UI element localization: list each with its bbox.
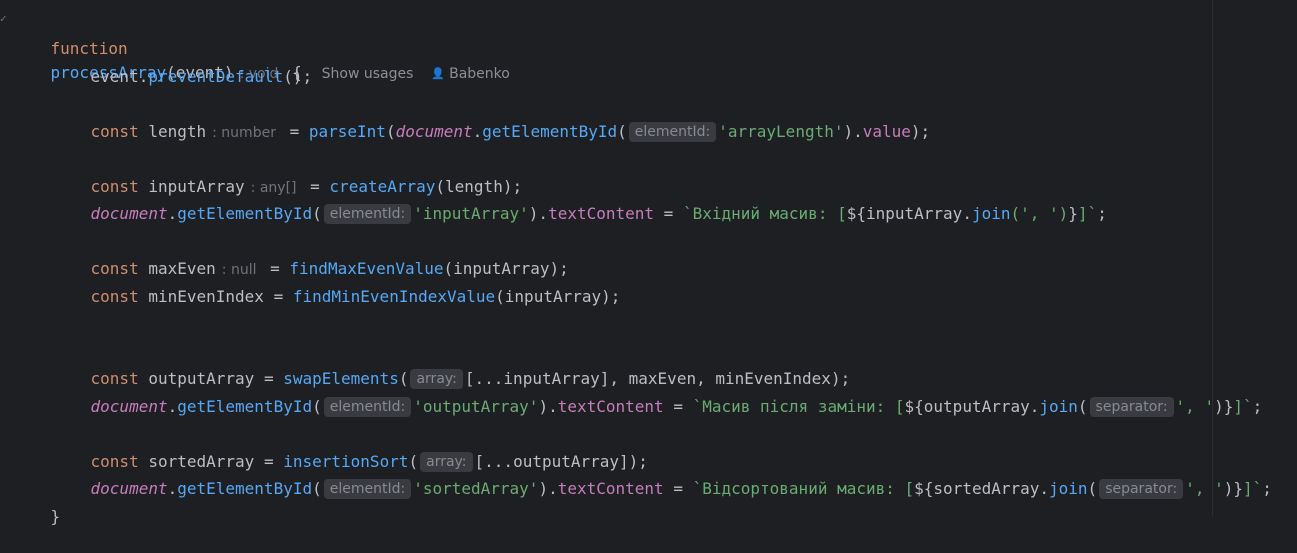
code-line-4[interactable]: const length: number = parseInt(document… bbox=[0, 96, 930, 142]
code-line-13[interactable]: const outputArray = swapElements(array:[… bbox=[0, 343, 850, 389]
parameter-hint: elementId: bbox=[323, 479, 412, 499]
parameter-hint: separator: bbox=[1099, 479, 1184, 499]
parameter-hint: elementId: bbox=[323, 204, 412, 224]
code-line-14[interactable]: document.getElementById(elementId:'outpu… bbox=[0, 371, 1262, 417]
code-line-10[interactable]: const minEvenIndex = findMinEvenIndexVal… bbox=[0, 261, 621, 306]
parameter-hint: elementId: bbox=[628, 122, 717, 142]
parameter-hint: separator: bbox=[1089, 397, 1174, 417]
right-margin-guide bbox=[1212, 0, 1213, 517]
code-line-9[interactable]: const maxEven: null = findMaxEvenValue(i… bbox=[0, 233, 569, 278]
parameter-hint: elementId: bbox=[323, 397, 412, 417]
call-preventDefault: preventDefault bbox=[148, 67, 284, 86]
code-line-7[interactable]: document.getElementById(elementId:'input… bbox=[0, 178, 1107, 224]
author-icon: 👤 bbox=[431, 67, 446, 80]
code-line-1[interactable]: function processArray(event): void {Show… bbox=[12, 13, 510, 82]
code-line-6[interactable]: const inputArray: any[] = createArray(le… bbox=[0, 151, 523, 196]
code-editor[interactable]: ✓ function processArray(event): void {Sh… bbox=[0, 0, 1297, 526]
code-line-16[interactable]: const sortedArray = insertionSort(array:… bbox=[0, 426, 648, 472]
type-hint: : number bbox=[212, 125, 276, 141]
show-usages-link[interactable]: Show usages bbox=[322, 66, 414, 82]
fold-toggle-icon[interactable]: ✓ bbox=[0, 12, 7, 25]
code-line-17[interactable]: document.getElementById(elementId:'sorte… bbox=[0, 453, 1272, 499]
author-link[interactable]: Babenko bbox=[449, 66, 510, 82]
code-line-18[interactable]: } bbox=[12, 481, 61, 526]
code-line-2[interactable]: event.preventDefault(); bbox=[0, 41, 313, 86]
